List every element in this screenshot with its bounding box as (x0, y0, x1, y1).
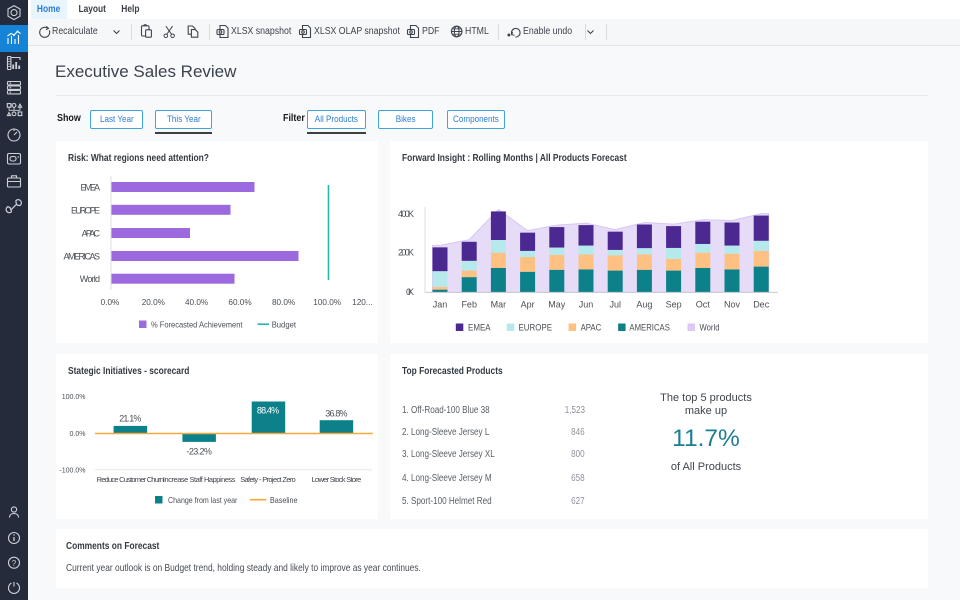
svg-text:Apr: Apr (521, 300, 535, 310)
svg-text:Increase Staff Happiness: Increase Staff Happiness (163, 475, 236, 484)
svg-text:APAC: APAC (82, 229, 101, 239)
svg-text:Mar: Mar (491, 300, 507, 310)
svg-text:0K: 0K (406, 287, 414, 297)
svg-text:100.0%: 100.0% (62, 394, 86, 401)
svg-text:Jan: Jan (433, 300, 448, 310)
svg-text:Budget: Budget (272, 320, 297, 330)
svg-text:EMEA: EMEA (468, 323, 491, 334)
svg-text:100.0%: 100.0% (313, 298, 341, 307)
svg-text:Sep: Sep (666, 300, 682, 310)
svg-text:World: World (700, 323, 720, 334)
svg-text:36.8%: 36.8% (325, 409, 347, 419)
svg-text:Jul: Jul (609, 300, 621, 310)
svg-text:EUROPE: EUROPE (519, 323, 553, 334)
svg-text:May: May (548, 300, 566, 310)
svg-text:400K: 400K (398, 209, 414, 219)
svg-text:Dec: Dec (753, 300, 770, 310)
svg-text:EUROPE: EUROPE (71, 205, 100, 215)
svg-text:Reduce Customer Churn: Reduce Customer Churn (97, 475, 164, 484)
svg-text:Nov: Nov (724, 300, 741, 310)
svg-text:Baseline: Baseline (270, 495, 298, 505)
svg-text:% Forecasted Achievement: % Forecasted Achievement (151, 320, 243, 330)
svg-text:21.1%: 21.1% (119, 414, 141, 424)
svg-text:Oct: Oct (696, 300, 711, 310)
svg-text:Aug: Aug (636, 300, 652, 310)
svg-text:World: World (80, 274, 100, 284)
svg-text:Feb: Feb (461, 300, 477, 310)
svg-text:EMEA: EMEA (81, 183, 101, 193)
svg-text:APAC: APAC (581, 323, 602, 334)
svg-text:?: ? (12, 559, 17, 568)
svg-text:0.0%: 0.0% (70, 431, 86, 438)
svg-text:Lower Stock Store: Lower Stock Store (312, 475, 362, 484)
svg-text:20.0%: 20.0% (142, 298, 165, 307)
svg-text:AMERICAS: AMERICAS (629, 323, 670, 334)
svg-text:Jun: Jun (579, 300, 594, 310)
svg-text:-23.2%: -23.2% (186, 447, 212, 457)
svg-text:60.0%: 60.0% (228, 298, 251, 307)
svg-text:Change from last year: Change from last year (168, 495, 238, 505)
svg-text:AMERICAS: AMERICAS (64, 252, 101, 262)
svg-text:200K: 200K (398, 248, 414, 258)
svg-text:120...: 120... (352, 298, 373, 307)
svg-text:Safety - Project Zero: Safety - Project Zero (240, 475, 296, 484)
svg-text:0.0%: 0.0% (101, 298, 120, 307)
svg-text:88.4%: 88.4% (257, 406, 279, 416)
svg-text:-100.0%: -100.0% (59, 467, 85, 474)
svg-text:40.0%: 40.0% (185, 298, 208, 307)
svg-text:80.0%: 80.0% (272, 298, 295, 307)
